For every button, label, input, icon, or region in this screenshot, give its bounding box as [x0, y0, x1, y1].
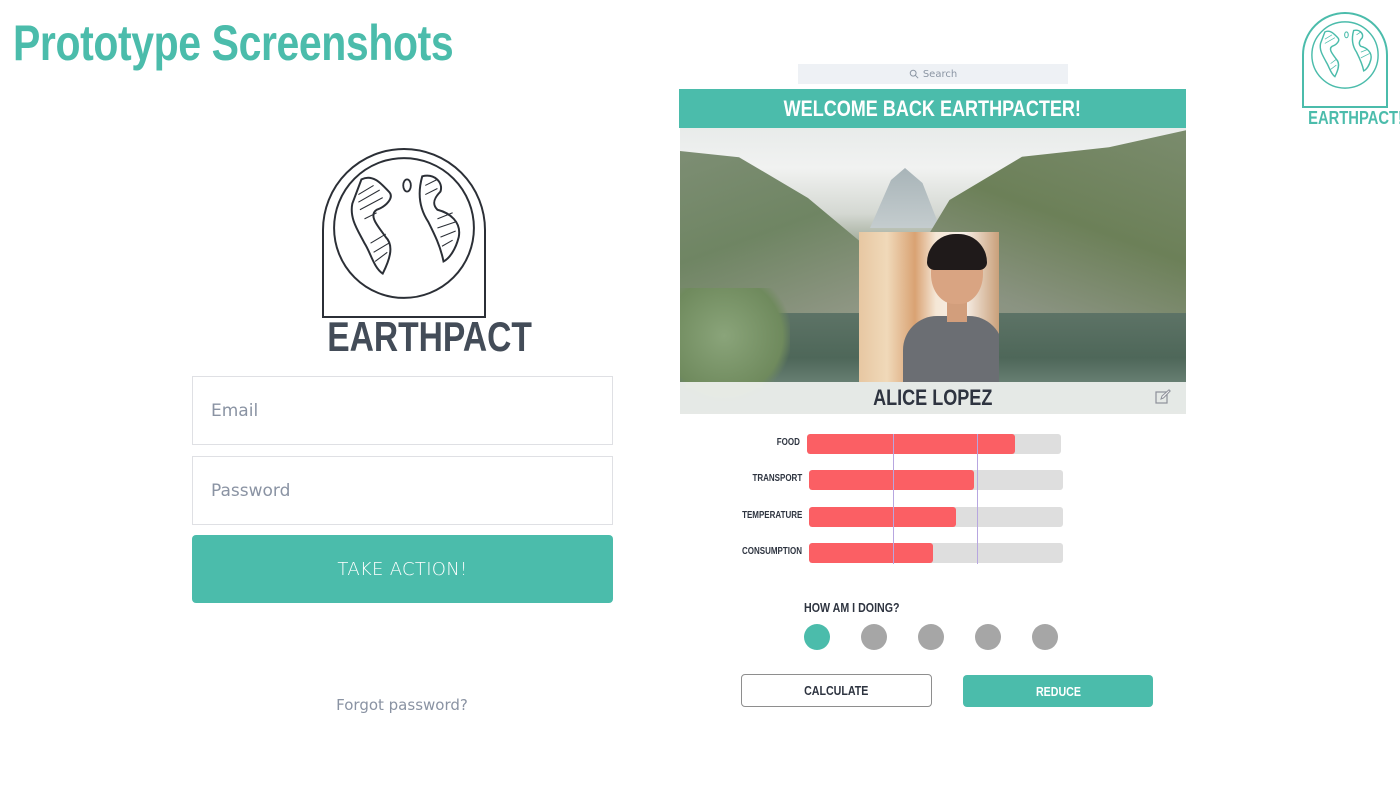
metric-label: TRANSPORT — [752, 473, 802, 484]
search-icon — [909, 69, 919, 79]
cover-mountain-peak — [870, 168, 940, 228]
reference-line — [893, 434, 895, 564]
reference-line — [977, 434, 979, 564]
metric-row-transport: TRANSPORT — [732, 470, 1072, 490]
metric-fill — [809, 470, 975, 490]
rating-dot-2[interactable] — [861, 624, 887, 650]
rating-dot-3[interactable] — [918, 624, 944, 650]
avatar-body — [903, 316, 999, 382]
metric-row-food: FOOD — [730, 434, 1070, 454]
avatar — [859, 232, 999, 382]
metric-track — [809, 507, 1063, 527]
welcome-banner: WELCOME BACK EARTHPACTER! — [679, 89, 1186, 128]
metric-label: TEMPERATURE — [741, 510, 802, 521]
rating-dot-4[interactable] — [975, 624, 1001, 650]
brand-logo-text: EARTHPACT! — [1308, 108, 1400, 128]
login-logo: EARTHPACT — [318, 146, 532, 360]
metric-fill — [809, 507, 957, 527]
metric-label: FOOD — [776, 437, 800, 448]
forgot-password-link[interactable]: Forgot password? — [300, 696, 504, 714]
rating-dot-5[interactable] — [1032, 624, 1058, 650]
metric-label: CONSUMPTION — [742, 546, 802, 557]
reduce-button[interactable]: REDUCE — [963, 675, 1153, 707]
user-name-wrap: ALICE LOPEZ — [680, 385, 1186, 411]
search-placeholder: Search — [922, 68, 958, 80]
globe-icon — [1311, 21, 1379, 89]
metric-track — [807, 434, 1061, 454]
name-strip: ALICE LOPEZ — [680, 382, 1186, 414]
welcome-text: WELCOME BACK EARTHPACTER! — [783, 96, 1082, 121]
edit-icon[interactable] — [1155, 389, 1171, 405]
take-action-button[interactable]: TAKE ACTION! — [192, 535, 613, 603]
email-field[interactable] — [192, 376, 613, 445]
login-logo-text: EARTHPACT — [327, 313, 532, 360]
calculate-button[interactable]: CALCULATE — [741, 674, 932, 707]
rating-dots — [804, 624, 1064, 650]
reduce-label: REDUCE — [1035, 683, 1081, 699]
rating-dot-1[interactable] — [804, 624, 830, 650]
globe-icon — [333, 157, 475, 299]
metric-fill — [807, 434, 1016, 454]
page-title: Prototype Screenshots — [13, 15, 454, 71]
calculate-label: CALCULATE — [804, 683, 869, 698]
brand-logo: EARTHPACT! — [1300, 10, 1400, 128]
metric-row-temperature: TEMPERATURE — [732, 507, 1072, 527]
password-input[interactable] — [193, 457, 612, 524]
email-input[interactable] — [193, 377, 612, 444]
metric-track — [809, 543, 1063, 563]
password-field[interactable] — [192, 456, 613, 525]
metric-row-consumption: CONSUMPTION — [732, 543, 1072, 563]
user-name: ALICE LOPEZ — [873, 385, 993, 410]
search-input[interactable]: Search — [798, 64, 1068, 84]
metrics-chart: FOOD TRANSPORT TEMPERATURE CONSUMPTION — [730, 434, 1070, 574]
rating-label: HOW AM I DOING? — [804, 600, 900, 615]
avatar-hair — [927, 234, 987, 270]
metric-track — [809, 470, 1063, 490]
metric-fill — [809, 543, 934, 563]
